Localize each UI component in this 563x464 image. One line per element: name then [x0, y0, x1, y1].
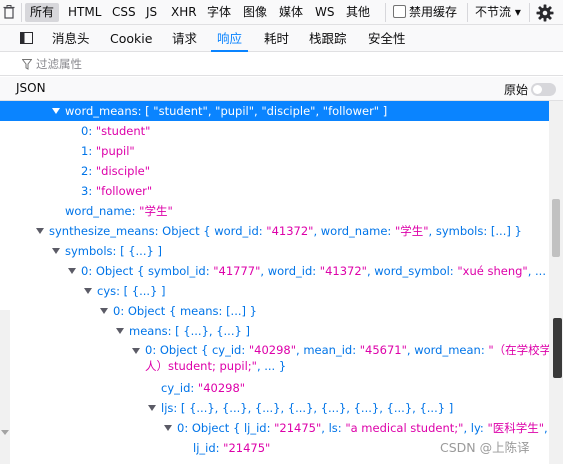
json-section-title: JSON [16, 81, 46, 95]
filter-properties-input[interactable] [36, 55, 536, 73]
tree-row-ljs-0[interactable]: 0: Object { lj_id: "21475", ls: "a medic… [0, 418, 549, 438]
filter-images-button[interactable]: 图像 [238, 3, 272, 22]
expand-twisty-icon[interactable] [52, 108, 60, 114]
raw-toggle-label: 原始 [504, 83, 529, 97]
vertical-scrollbar[interactable] [549, 101, 563, 464]
expand-twisty-icon[interactable] [36, 228, 44, 234]
tree-row-means-0[interactable]: 0: Object { cy_id: "40298", mean_id: "45… [0, 341, 549, 378]
gear-icon[interactable] [535, 3, 555, 23]
expand-twisty-icon[interactable] [100, 308, 108, 314]
filter-ws-button[interactable]: WS [310, 3, 339, 22]
tree-row[interactable]: 3: "follower" [0, 181, 549, 201]
tab-response[interactable]: 响应 [211, 25, 249, 52]
expand-twisty-icon[interactable] [164, 425, 172, 431]
watermark: CSDN @上陈译 [440, 440, 530, 455]
filter-other-button[interactable]: 其他 [341, 3, 375, 22]
scroll-down-arrow-icon[interactable] [1, 430, 9, 435]
filter-css-button[interactable]: CSS [107, 3, 141, 22]
json-tree: word_means: [ "student", "pupil", "disci… [0, 101, 549, 464]
tree-row-symbol-0[interactable]: 0: Object { symbol_id: "41777", word_id:… [0, 261, 549, 281]
tree-row-cys[interactable]: cys: [ {...} ] [0, 281, 549, 301]
tab-headers[interactable]: 消息头 [46, 25, 96, 52]
tab-timings[interactable]: 耗时 [258, 25, 295, 52]
filter-fonts-button[interactable]: 字体 [202, 3, 236, 22]
toolbar-separator [385, 3, 386, 22]
tree-row-symbols[interactable]: symbols: [ {...} ] [0, 241, 549, 261]
expand-twisty-icon[interactable] [148, 405, 156, 411]
raw-toggle-switch[interactable] [531, 83, 556, 96]
expand-twisty-icon[interactable] [132, 348, 140, 354]
expand-twisty-icon[interactable] [116, 328, 124, 334]
tree-row[interactable]: word_name: "学生" [0, 201, 549, 221]
tree-row[interactable]: cy_id: "40298" [0, 378, 549, 398]
funnel-icon [22, 59, 32, 70]
toolbar-separator [467, 3, 468, 22]
expand-twisty-icon[interactable] [68, 268, 76, 274]
request-filter-toolbar: 所有 HTML CSS JS XHR 字体 图像 媒体 WS 其他 禁用缓存 不… [0, 0, 563, 25]
left-pane-scrollbar[interactable] [0, 310, 10, 464]
disable-cache-label[interactable]: 禁用缓存 [409, 3, 457, 22]
details-tab-bar: 消息头 Cookie 请求 响应 耗时 栈跟踪 安全性 [0, 25, 563, 52]
disable-cache-checkbox[interactable] [393, 5, 406, 18]
tab-request[interactable]: 请求 [166, 25, 203, 52]
tab-stack-trace[interactable]: 栈跟踪 [303, 25, 353, 52]
json-section-header: JSON 原始 [0, 77, 563, 101]
tree-row-word-means[interactable]: word_means: [ "student", "pupil", "disci… [0, 101, 549, 121]
filter-html-button[interactable]: HTML [63, 3, 106, 22]
panel-toggle-icon[interactable] [20, 32, 33, 44]
tree-row-synthesize-means[interactable]: synthesize_means: Object { word_id: "413… [0, 221, 549, 241]
toggle-knob [533, 85, 542, 94]
filter-xhr-button[interactable]: XHR [166, 3, 202, 22]
panel-resize-handle[interactable] [553, 318, 562, 378]
tab-security[interactable]: 安全性 [362, 25, 412, 52]
filter-media-button[interactable]: 媒体 [274, 3, 308, 22]
tree-row[interactable]: 1: "pupil" [0, 141, 549, 161]
tree-row[interactable]: 0: "student" [0, 121, 549, 141]
expand-twisty-icon[interactable] [52, 248, 60, 254]
tree-row-ljs[interactable]: ljs: [ {...}, {...}, {...}, {...}, {...}… [0, 398, 549, 418]
trash-icon[interactable] [2, 4, 16, 20]
toolbar-separator [529, 3, 530, 22]
throttle-dropdown[interactable]: 不节流 ▾ [475, 3, 521, 22]
tree-row-cys-0[interactable]: 0: Object { means: [...] } [0, 301, 549, 321]
scrollbar-thumb[interactable] [552, 199, 560, 257]
filter-properties-bar [0, 52, 563, 76]
filter-js-button[interactable]: JS [141, 3, 162, 22]
expand-twisty-icon[interactable] [84, 288, 92, 294]
filter-all-button[interactable]: 所有 [25, 3, 60, 22]
toolbar-separator [21, 3, 22, 22]
tree-row[interactable]: 2: "disciple" [0, 161, 549, 181]
tree-row-means[interactable]: means: [ {...}, {...} ] [0, 321, 549, 341]
tab-cookies[interactable]: Cookie [104, 25, 158, 52]
